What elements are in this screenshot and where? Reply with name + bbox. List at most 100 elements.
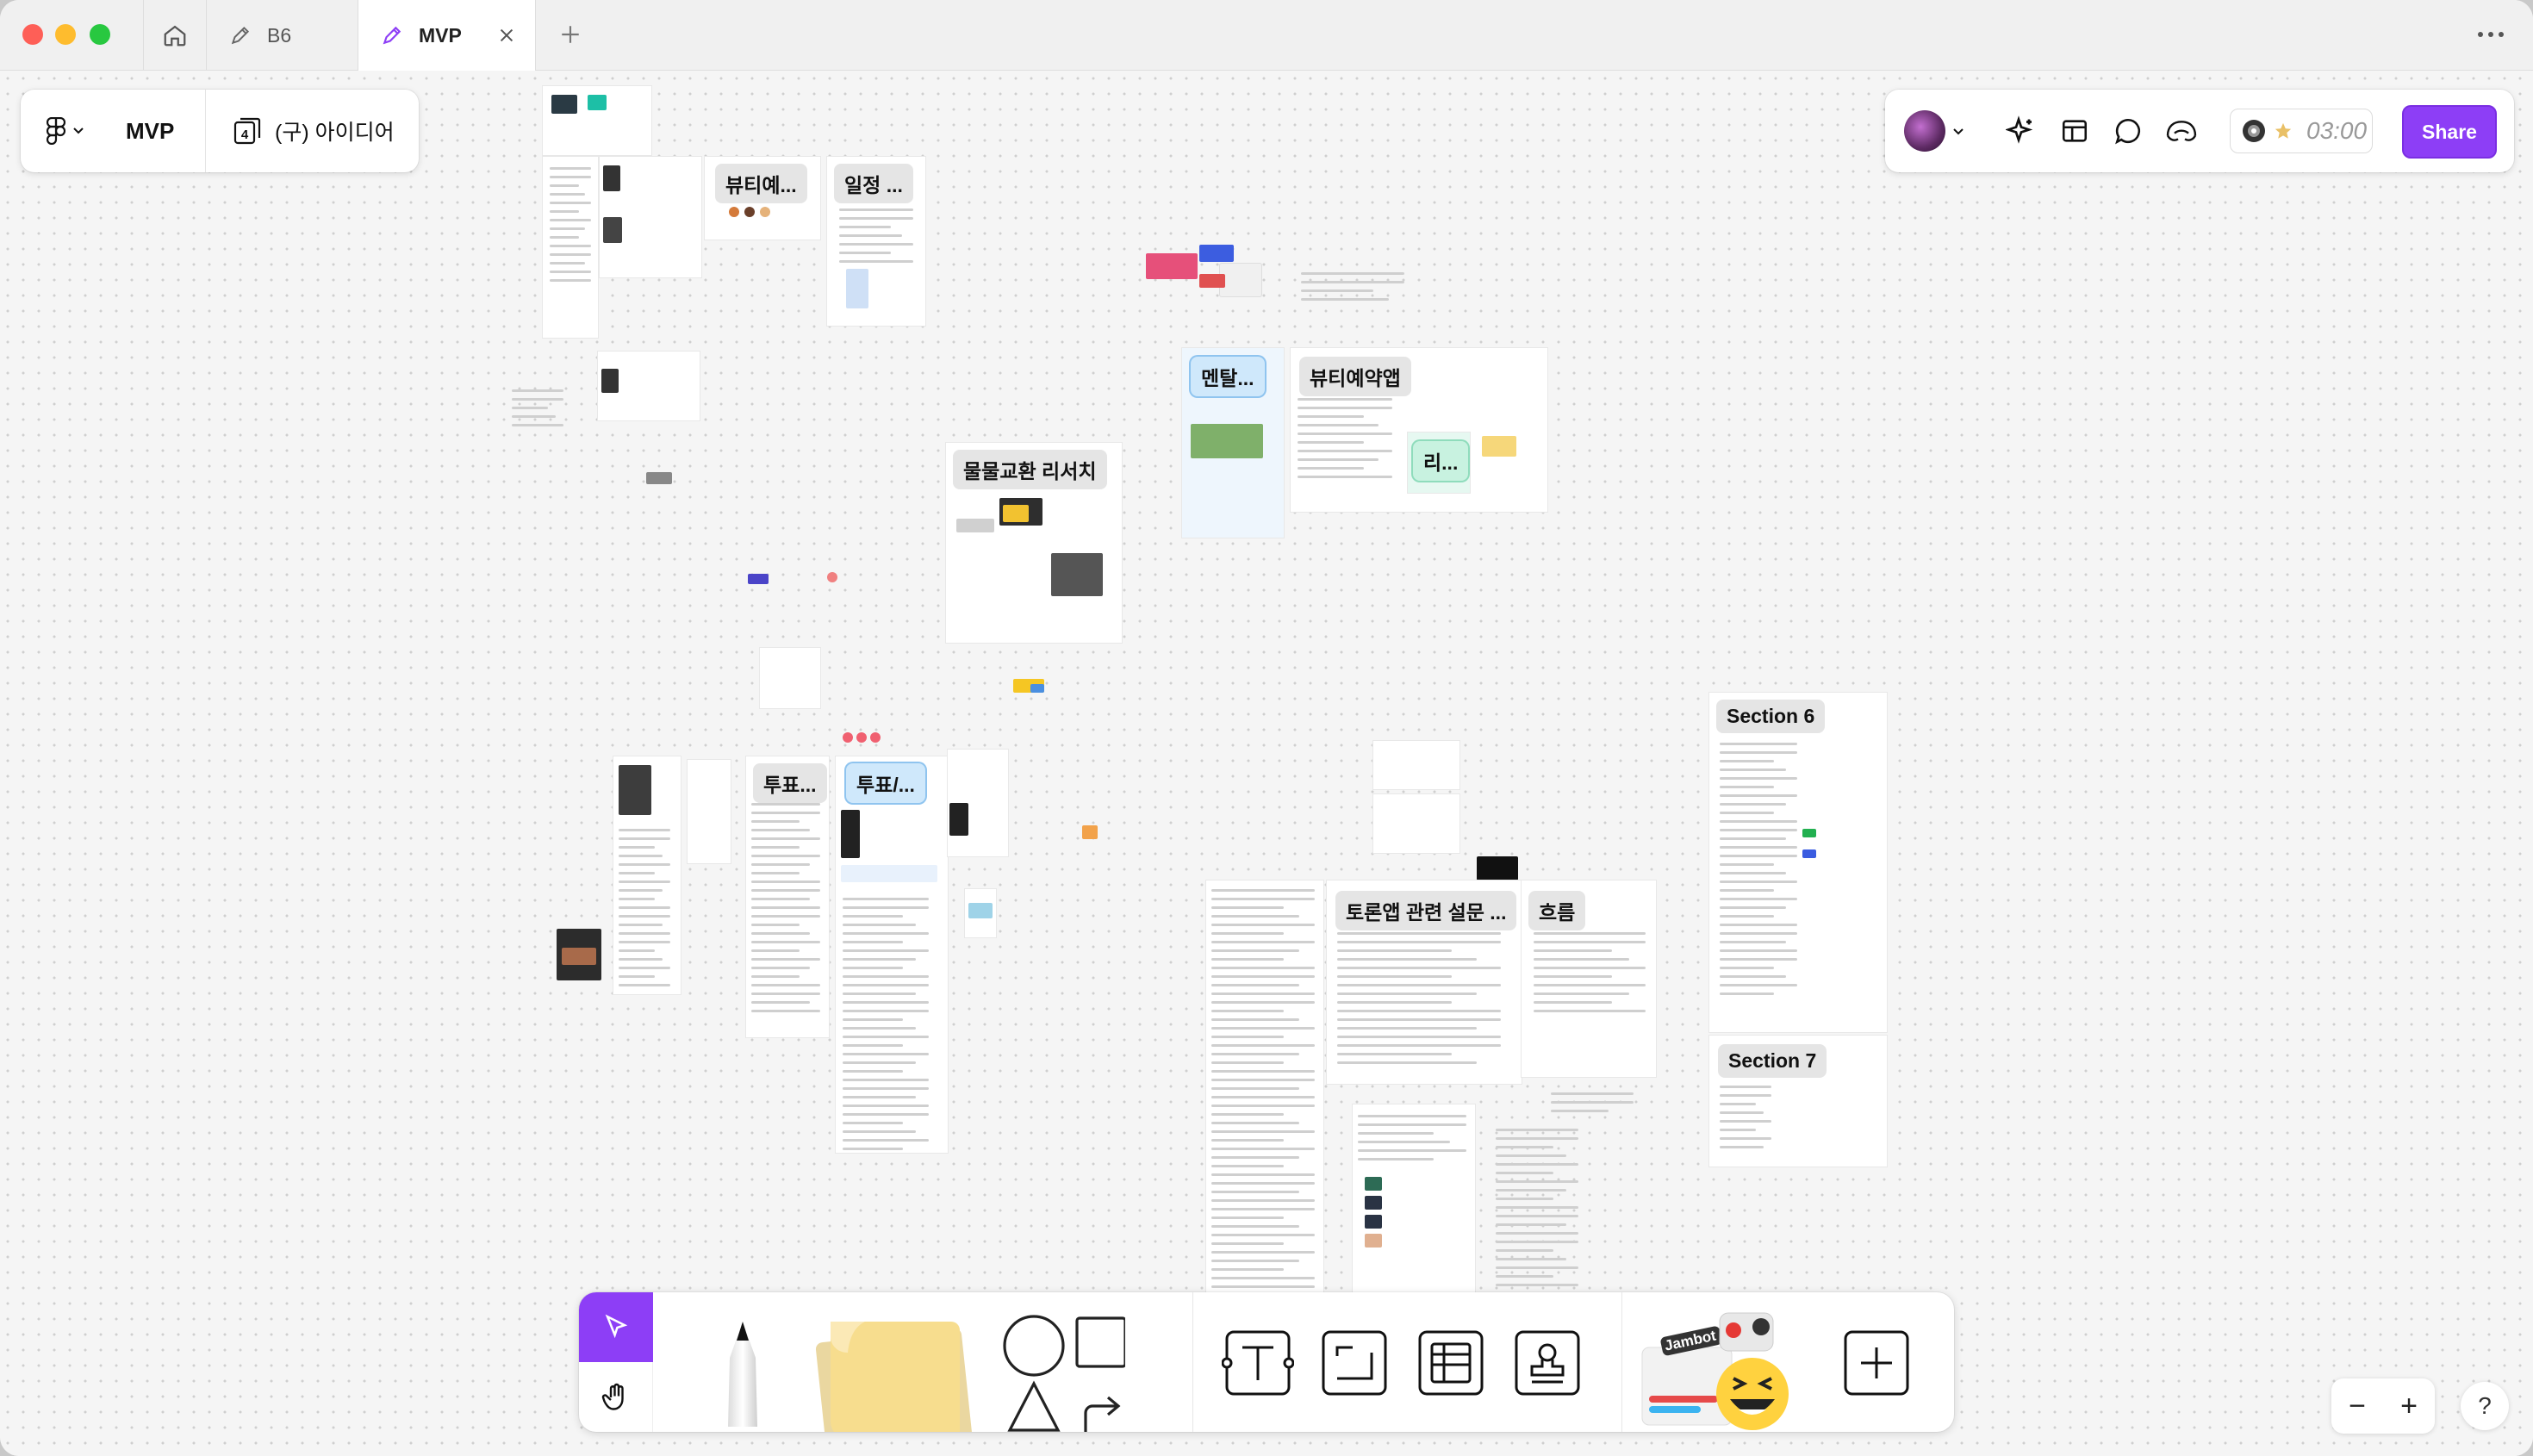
thumbnail-image — [1482, 436, 1516, 457]
toolbar-divider — [1621, 1292, 1622, 1432]
section-label-vote1[interactable]: 투표... — [753, 763, 827, 803]
close-icon[interactable] — [497, 26, 516, 45]
thumbnail-image — [619, 765, 651, 815]
zoom-out-button[interactable]: − — [2349, 1390, 2366, 1423]
section-label-vote2[interactable]: 투표/... — [846, 763, 925, 803]
main-menu-button[interactable] — [47, 117, 114, 145]
text-icon — [1222, 1330, 1294, 1396]
thumbnail-image — [956, 519, 994, 532]
text-block — [843, 898, 929, 1156]
more-options-button[interactable] — [2469, 16, 2512, 53]
section-label-barter[interactable]: 물물교환 리서치 — [953, 450, 1107, 489]
section-7-label[interactable]: Section 7 — [1718, 1044, 1827, 1078]
emoji-dot — [729, 207, 739, 217]
thumbnail-image — [603, 165, 620, 191]
file-name[interactable]: MVP — [126, 118, 205, 145]
thumbnail-image — [1365, 1234, 1382, 1248]
thumbnail-frame[interactable] — [760, 648, 820, 708]
pages-icon: 4 — [233, 117, 261, 145]
text-block — [512, 389, 563, 432]
jambot-widgets-icon: Jambot — [1641, 1312, 1789, 1430]
thumbnail-image — [562, 948, 596, 965]
thumbnail-image — [846, 269, 868, 308]
thumbnail-image — [949, 803, 968, 836]
divider — [205, 90, 206, 172]
star-icon — [2275, 122, 2292, 139]
section-tool-button[interactable] — [1318, 1327, 1391, 1399]
window-close-button[interactable] — [22, 24, 43, 45]
headphones-icon — [2166, 121, 2197, 141]
thumbnail-image — [1365, 1215, 1382, 1229]
zoom-in-button[interactable]: + — [2400, 1390, 2418, 1423]
hand-icon — [601, 1383, 624, 1410]
thumbnail-image — [1477, 856, 1518, 880]
text-block — [1358, 1115, 1466, 1167]
thumbnail-image — [1146, 253, 1198, 279]
section-label-mental[interactable]: 멘탈... — [1191, 357, 1265, 396]
section-label-beauty[interactable]: 뷰티예... — [715, 164, 807, 203]
ai-button[interactable] — [2004, 114, 2038, 148]
thumbnail-frame[interactable] — [1373, 794, 1459, 853]
hand-tool-button[interactable] — [579, 1362, 653, 1432]
section-label-ri[interactable]: 리... — [1413, 441, 1469, 481]
text-block — [1534, 932, 1646, 1018]
thumbnail-image — [601, 369, 619, 393]
table-icon — [1418, 1330, 1484, 1396]
section-label-flow[interactable]: 흐름 — [1528, 891, 1586, 930]
cursor-icon — [605, 1314, 628, 1338]
thumbnail-image — [841, 865, 937, 882]
thumbnail-frame[interactable] — [688, 760, 731, 863]
section-icon — [1322, 1330, 1387, 1396]
file-panel: MVP 4 (구) 아이디어 — [21, 90, 419, 172]
share-button[interactable]: Share — [2402, 105, 2497, 159]
timer-value: 03:00 — [2306, 117, 2368, 144]
section-label-beauty-app[interactable]: 뷰티예약앱 — [1299, 357, 1411, 396]
chevron-down-icon[interactable] — [1952, 128, 1964, 136]
thumbnail-frame[interactable] — [1373, 741, 1459, 789]
more-icon — [2478, 32, 2504, 37]
home-tab[interactable] — [143, 0, 207, 71]
heart-dot — [843, 732, 853, 743]
timer[interactable]: 03:00 — [2230, 109, 2373, 153]
audio-button[interactable] — [2164, 114, 2199, 148]
text-block — [1720, 1086, 1771, 1154]
tab-b6-label: B6 — [267, 23, 292, 47]
heart-dot — [827, 572, 837, 582]
avatar[interactable] — [1904, 110, 1945, 152]
thumbnail-image — [1365, 1196, 1382, 1210]
new-tab-button[interactable] — [551, 16, 589, 53]
help-button[interactable]: ? — [2461, 1382, 2509, 1430]
marker-tool-button[interactable] — [691, 1292, 794, 1432]
section-6-label[interactable]: Section 6 — [1716, 700, 1826, 733]
comments-button[interactable] — [2111, 114, 2145, 148]
text-block — [839, 208, 913, 269]
tab-b6[interactable]: B6 — [207, 0, 358, 71]
shapes-icon — [1003, 1315, 1125, 1432]
thumbnail-image — [1802, 849, 1816, 858]
templates-button[interactable] — [2057, 114, 2092, 148]
tab-mvp[interactable]: MVP — [358, 0, 536, 71]
thumbnail-image — [588, 95, 607, 110]
chevron-down-icon — [73, 128, 84, 134]
widgets-button[interactable]: Jambot — [1637, 1292, 1818, 1432]
tab-mvp-label: MVP — [419, 23, 462, 47]
section-label-schedule[interactable]: 일정 ... — [834, 164, 913, 203]
text-tool-button[interactable] — [1222, 1327, 1294, 1399]
shape-tool-button[interactable] — [996, 1292, 1125, 1432]
table-tool-button[interactable] — [1415, 1327, 1487, 1399]
thumbnail-image — [1802, 829, 1816, 837]
file-icon — [229, 24, 252, 47]
add-more-button[interactable] — [1840, 1327, 1913, 1399]
stamp-tool-button[interactable] — [1511, 1327, 1584, 1399]
whiteboard-canvas[interactable]: 뷰티예... 일정 ... 멘탈... 뷰티예약앱 리... 물물교환 리서치 — [0, 71, 2533, 1456]
thumbnail-image — [1030, 684, 1044, 693]
window-minimize-button[interactable] — [55, 24, 76, 45]
comment-icon — [2115, 118, 2141, 145]
section-label-debate[interactable]: 토론앱 관련 설문 ... — [1335, 891, 1517, 930]
thumbnail-image — [1199, 245, 1234, 262]
page-selector[interactable]: 4 (구) 아이디어 — [232, 115, 395, 146]
window-maximize-button[interactable] — [90, 24, 110, 45]
sticky-note-tool-button[interactable] — [805, 1292, 986, 1432]
sparkle-icon — [2006, 115, 2033, 144]
move-tool-button[interactable] — [579, 1292, 653, 1362]
